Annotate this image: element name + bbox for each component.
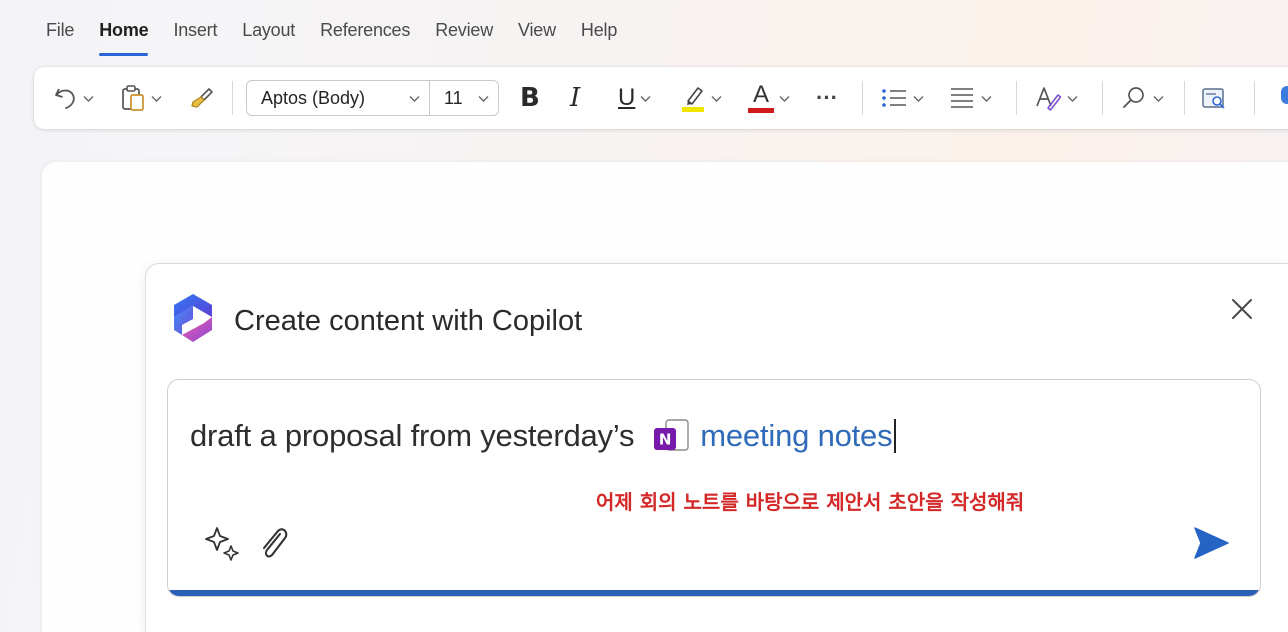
- undo-icon: [55, 88, 75, 109]
- copilot-logo-icon: [174, 294, 212, 342]
- chevron-down-icon: [1067, 95, 1078, 102]
- tab-insert[interactable]: Insert: [173, 20, 217, 50]
- italic-button[interactable]: I: [570, 67, 580, 129]
- dictate-button[interactable]: [1272, 67, 1288, 129]
- chevron-down-icon: [981, 95, 992, 102]
- prompt-input[interactable]: draft a proposal from yesterday’s N meet…: [167, 379, 1261, 597]
- text-cursor: [894, 419, 897, 453]
- tab-help[interactable]: Help: [581, 20, 617, 50]
- sparkle-icon[interactable]: [202, 524, 242, 562]
- menu-bar: File Home Insert Layout References Revie…: [46, 20, 642, 56]
- chevron-down-icon: [83, 95, 94, 102]
- bullets-button[interactable]: [880, 67, 925, 129]
- tab-references[interactable]: References: [320, 20, 410, 50]
- chevron-down-icon: [151, 95, 162, 102]
- font-color-bar: [748, 108, 774, 113]
- styles-button[interactable]: [1034, 67, 1079, 129]
- find-icon: [1123, 87, 1144, 108]
- font-size-dropdown[interactable]: 11: [429, 80, 499, 116]
- more-options-label: ···: [816, 85, 838, 110]
- font-color-button[interactable]: A: [748, 67, 791, 129]
- onenote-file-chip[interactable]: N: [652, 416, 692, 456]
- reuse-files-icon: [1202, 88, 1225, 109]
- tab-review[interactable]: Review: [435, 20, 493, 50]
- undo-button[interactable]: [52, 67, 95, 129]
- align-button[interactable]: [948, 67, 993, 129]
- copilot-title: Create content with Copilot: [234, 305, 583, 337]
- chevron-down-icon: [711, 95, 722, 102]
- bold-button[interactable]: B: [520, 67, 540, 129]
- font-name-value: Aptos (Body): [261, 87, 366, 108]
- reuse-files-button[interactable]: [1200, 67, 1228, 129]
- onenote-icon: N: [654, 419, 689, 451]
- chevron-down-icon: [779, 95, 790, 102]
- ribbon-divider: [1016, 81, 1017, 115]
- highlighter-icon: [682, 87, 704, 112]
- chevron-down-icon: [409, 95, 420, 102]
- file-reference-link[interactable]: meeting notes: [700, 418, 892, 454]
- onenote-badge: N: [659, 431, 671, 449]
- prompt-text: draft a proposal from yesterday’s: [190, 418, 635, 453]
- italic-label: I: [570, 83, 581, 113]
- underline-label: U: [618, 84, 636, 111]
- chevron-down-icon: [1153, 95, 1164, 102]
- ribbon-toolbar: Aptos (Body) 11 B I U A ···: [34, 67, 1288, 129]
- tab-view[interactable]: View: [518, 20, 556, 50]
- chevron-down-icon: [913, 95, 924, 102]
- paste-icon: [122, 85, 144, 111]
- tab-file[interactable]: File: [46, 20, 74, 50]
- bullets-icon: [882, 89, 906, 107]
- copilot-panel: Create content with Copilot draft a prop…: [145, 263, 1288, 632]
- bold-label: B: [520, 83, 540, 113]
- send-icon[interactable]: [1191, 523, 1231, 563]
- close-icon[interactable]: [1229, 296, 1255, 322]
- find-button[interactable]: [1120, 67, 1165, 129]
- attach-icon[interactable]: [256, 522, 290, 564]
- align-icon: [951, 88, 973, 108]
- format-painter-button[interactable]: [188, 67, 214, 129]
- chevron-down-icon: [640, 95, 651, 102]
- font-color-label: A: [752, 81, 769, 108]
- font-color-swatch: A: [748, 83, 774, 113]
- chevron-down-icon: [478, 95, 489, 102]
- korean-caption: 어제 회의 노트를 바탕으로 제안서 초안을 작성해줘: [596, 490, 1025, 514]
- underline-button[interactable]: U: [618, 67, 652, 129]
- font-size-value: 11: [444, 87, 463, 108]
- highlight-button[interactable]: [680, 67, 723, 129]
- format-painter-icon: [191, 88, 213, 108]
- more-options-button[interactable]: ···: [816, 67, 838, 129]
- ribbon-divider: [862, 81, 863, 115]
- ribbon-divider: [232, 81, 233, 115]
- tab-layout[interactable]: Layout: [242, 20, 295, 50]
- ribbon-divider: [1254, 81, 1255, 115]
- dictate-icon: [1281, 86, 1288, 104]
- ribbon-divider: [1184, 81, 1185, 115]
- tab-home[interactable]: Home: [99, 20, 149, 56]
- font-name-dropdown[interactable]: Aptos (Body): [246, 80, 430, 116]
- ribbon-divider: [1102, 81, 1103, 115]
- paste-button[interactable]: [120, 67, 163, 129]
- styles-icon: [1036, 87, 1062, 111]
- prompt-text-line: draft a proposal from yesterday’s N meet…: [190, 416, 897, 456]
- input-accent-bar: [168, 590, 1260, 596]
